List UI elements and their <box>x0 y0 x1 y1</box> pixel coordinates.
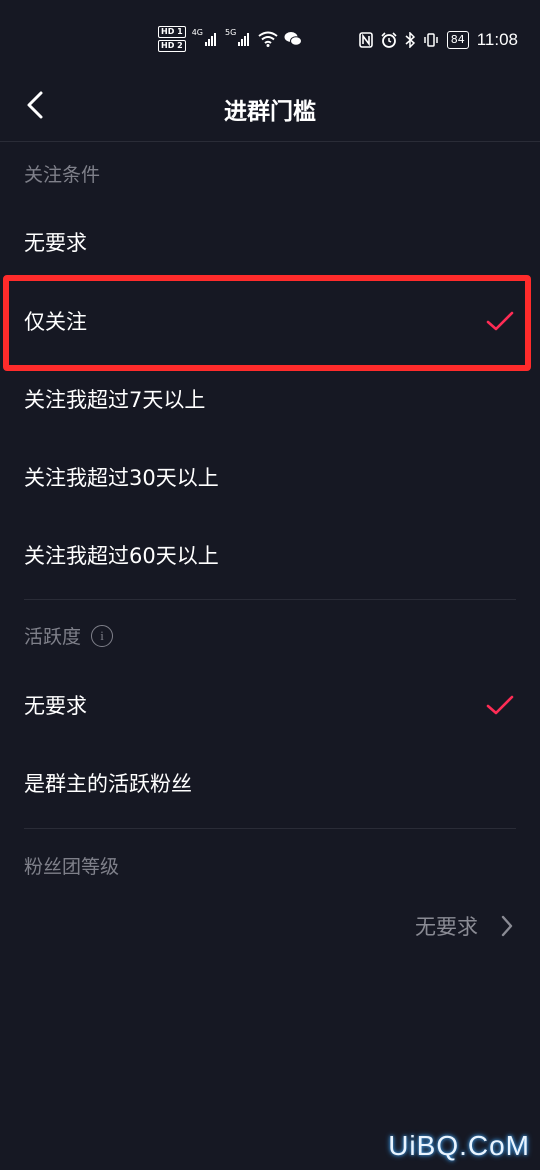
battery-indicator: 84 <box>446 31 469 49</box>
vibrate-icon <box>423 33 438 47</box>
nfc-icon <box>358 32 373 48</box>
follow-option-follow-only[interactable]: 仅关注 <box>0 282 540 360</box>
activity-section-title: 活跃度 i <box>24 622 114 649</box>
follow-option-7-days[interactable]: 关注我超过7天以上 <box>0 360 540 438</box>
activity-section-label: 活跃度 <box>24 626 82 648</box>
option-label: 关注我超过7天以上 <box>24 388 206 412</box>
checkmark-icon <box>486 311 514 331</box>
network-type-2: 5G <box>224 28 237 37</box>
hd1-badge: HD 1 <box>158 26 186 38</box>
chevron-right-icon <box>501 915 513 937</box>
wifi-icon <box>258 31 278 47</box>
bluetooth-icon <box>405 32 415 48</box>
follow-section-label: 关注条件 <box>24 164 101 186</box>
status-right: 84 11:08 <box>358 28 518 52</box>
fan-level-selector[interactable]: 无要求 <box>415 906 514 946</box>
signal-icon-2 <box>238 32 252 46</box>
option-label: 无要求 <box>24 694 87 718</box>
watermark: UiBQ.CoM <box>388 1130 530 1161</box>
hd2-badge: HD 2 <box>158 40 186 52</box>
follow-option-none[interactable]: 无要求 <box>0 203 540 281</box>
fan-section-label: 粉丝团等级 <box>24 856 120 878</box>
network-type-1: 4G <box>191 28 203 37</box>
section-divider <box>24 828 516 829</box>
option-label: 仅关注 <box>24 310 87 334</box>
hd-badges: HD 1 HD 2 <box>158 26 186 52</box>
section-divider <box>24 599 516 600</box>
signal-icon <box>204 32 219 46</box>
follow-option-30-days[interactable]: 关注我超过30天以上 <box>0 438 540 516</box>
page-title: 进群门槛 <box>224 99 316 125</box>
wechat-icon <box>284 32 303 46</box>
checkmark-icon <box>486 695 514 715</box>
activity-option-active-fan[interactable]: 是群主的活跃粉丝 <box>0 744 540 822</box>
status-bar: HD 1 HD 2 4G 5G 84 11:08 <box>0 0 540 80</box>
clock: 11:08 <box>476 30 518 49</box>
follow-section-title: 关注条件 <box>24 160 100 187</box>
status-left: HD 1 HD 2 4G 5G <box>158 24 303 54</box>
activity-option-none[interactable]: 无要求 <box>0 666 540 744</box>
option-label: 关注我超过60天以上 <box>24 544 219 568</box>
option-label: 无要求 <box>24 231 87 255</box>
alarm-icon <box>381 32 397 48</box>
option-label: 关注我超过30天以上 <box>24 466 219 490</box>
follow-option-60-days[interactable]: 关注我超过60天以上 <box>0 516 540 594</box>
info-icon[interactable]: i <box>91 624 114 647</box>
fan-section-title: 粉丝团等级 <box>24 852 119 879</box>
fan-level-value: 无要求 <box>415 915 478 939</box>
navigation-bar: 进群门槛 <box>0 80 540 142</box>
option-label: 是群主的活跃粉丝 <box>24 772 192 796</box>
